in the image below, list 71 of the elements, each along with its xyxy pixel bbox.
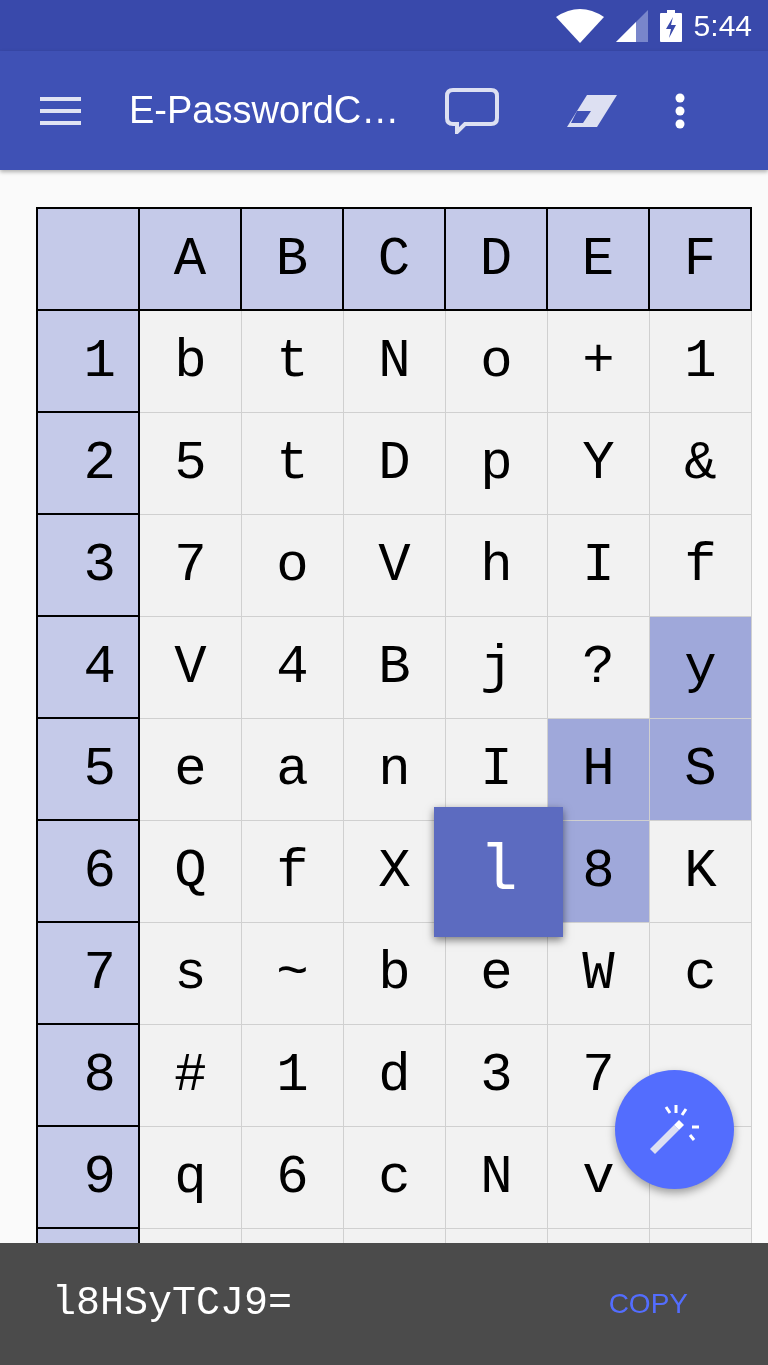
table-cell[interactable]: ? <box>548 617 650 719</box>
column-header: E <box>548 209 650 311</box>
table-cell[interactable]: W <box>548 923 650 1025</box>
column-header: C <box>344 209 446 311</box>
table-cell[interactable]: a <box>242 719 344 821</box>
table-cell[interactable]: 4 <box>242 617 344 719</box>
table-cell[interactable]: 3 <box>446 1025 548 1127</box>
table-cell[interactable]: N <box>446 1127 548 1229</box>
table-cell[interactable]: y <box>650 617 752 719</box>
column-header: D <box>446 209 548 311</box>
table-cell[interactable]: e <box>140 719 242 821</box>
table-cell[interactable]: B <box>344 617 446 719</box>
table-cell[interactable]: b <box>344 923 446 1025</box>
table-cell[interactable]: s <box>140 923 242 1025</box>
table-cell[interactable]: t <box>242 413 344 515</box>
table-cell[interactable]: q <box>140 1127 242 1229</box>
row-header: 2 <box>38 413 140 515</box>
table-cell[interactable]: V <box>140 617 242 719</box>
table-cell[interactable]: V <box>344 515 446 617</box>
table-cell[interactable]: p <box>446 413 548 515</box>
table-cell[interactable]: c <box>650 923 752 1025</box>
column-header: F <box>650 209 752 311</box>
table-cell[interactable]: d <box>344 1025 446 1127</box>
table-cell[interactable]: f <box>242 821 344 923</box>
table-cell[interactable]: f <box>650 515 752 617</box>
row-header: 7 <box>38 923 140 1025</box>
table-cell[interactable]: j <box>446 617 548 719</box>
table-cell[interactable]: & <box>650 413 752 515</box>
table-cell[interactable]: N <box>344 311 446 413</box>
row-header: 8 <box>38 1025 140 1127</box>
row-header: 3 <box>38 515 140 617</box>
table-cell[interactable]: # <box>140 1025 242 1127</box>
table-cell[interactable]: Y <box>548 413 650 515</box>
table-cell[interactable]: H <box>548 719 650 821</box>
battery-charging-icon <box>659 9 682 42</box>
table-cell[interactable]: 6 <box>242 1127 344 1229</box>
selected-cell-popup[interactable]: l <box>434 807 563 937</box>
table-cell[interactable]: c <box>344 1127 446 1229</box>
table-cell[interactable]: o <box>242 515 344 617</box>
table-cell[interactable]: h <box>446 515 548 617</box>
table-cell[interactable]: + <box>548 311 650 413</box>
table-cell[interactable]: Q <box>140 821 242 923</box>
row-header: 4 <box>38 617 140 719</box>
row-header: 9 <box>38 1127 140 1229</box>
table-cell[interactable]: K <box>650 821 752 923</box>
table-cell[interactable]: 7 <box>140 515 242 617</box>
table-cell[interactable]: ~ <box>242 923 344 1025</box>
column-header: B <box>242 209 344 311</box>
menu-icon[interactable] <box>40 96 81 125</box>
eraser-icon[interactable] <box>565 92 620 129</box>
table-cell[interactable]: t <box>242 311 344 413</box>
column-header: A <box>140 209 242 311</box>
table-cell[interactable]: n <box>344 719 446 821</box>
table-cell[interactable]: 1 <box>242 1025 344 1127</box>
wifi-icon <box>555 8 604 43</box>
table-cell[interactable]: S <box>650 719 752 821</box>
signal-icon <box>615 9 648 42</box>
table-cell[interactable]: 1 <box>650 311 752 413</box>
row-header: 5 <box>38 719 140 821</box>
app-title: E-PasswordC… <box>129 88 400 133</box>
generated-password: l8HSyTCJ9= <box>52 1280 293 1328</box>
table-cell[interactable]: I <box>548 515 650 617</box>
row-header: 6 <box>38 821 140 923</box>
row-header: 1 <box>38 311 140 413</box>
table-cell[interactable]: b <box>140 311 242 413</box>
table-cell[interactable]: 5 <box>140 413 242 515</box>
status-time: 5:44 <box>693 8 752 44</box>
more-options-icon[interactable] <box>675 92 686 129</box>
table-cell[interactable]: D <box>344 413 446 515</box>
chat-bubble-icon[interactable] <box>445 87 500 134</box>
table-cell[interactable]: o <box>446 311 548 413</box>
